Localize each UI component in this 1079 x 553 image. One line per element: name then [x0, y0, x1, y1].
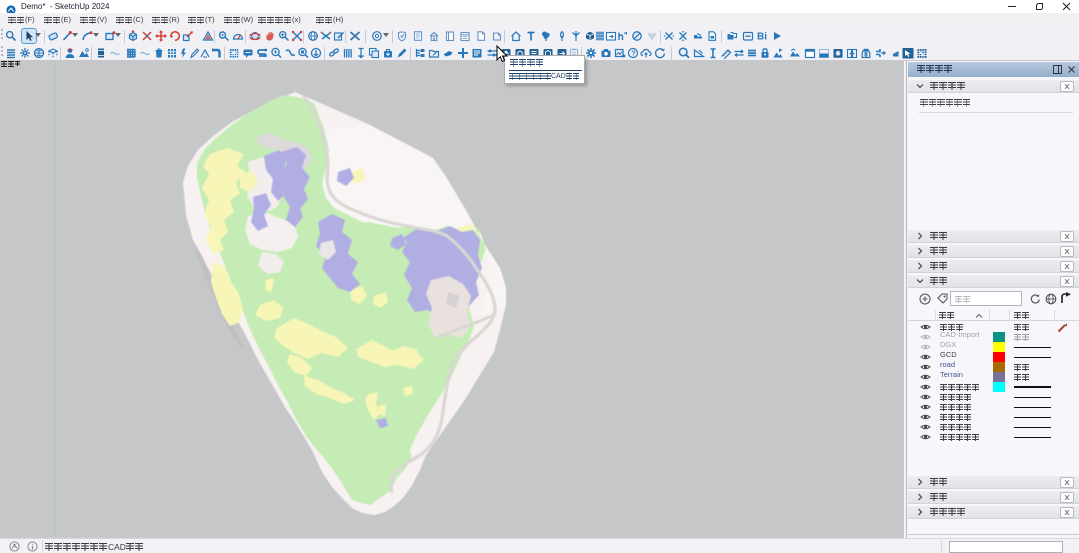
svg-text:Bi: Bi	[757, 32, 767, 43]
svg-text:?: ?	[631, 49, 636, 58]
